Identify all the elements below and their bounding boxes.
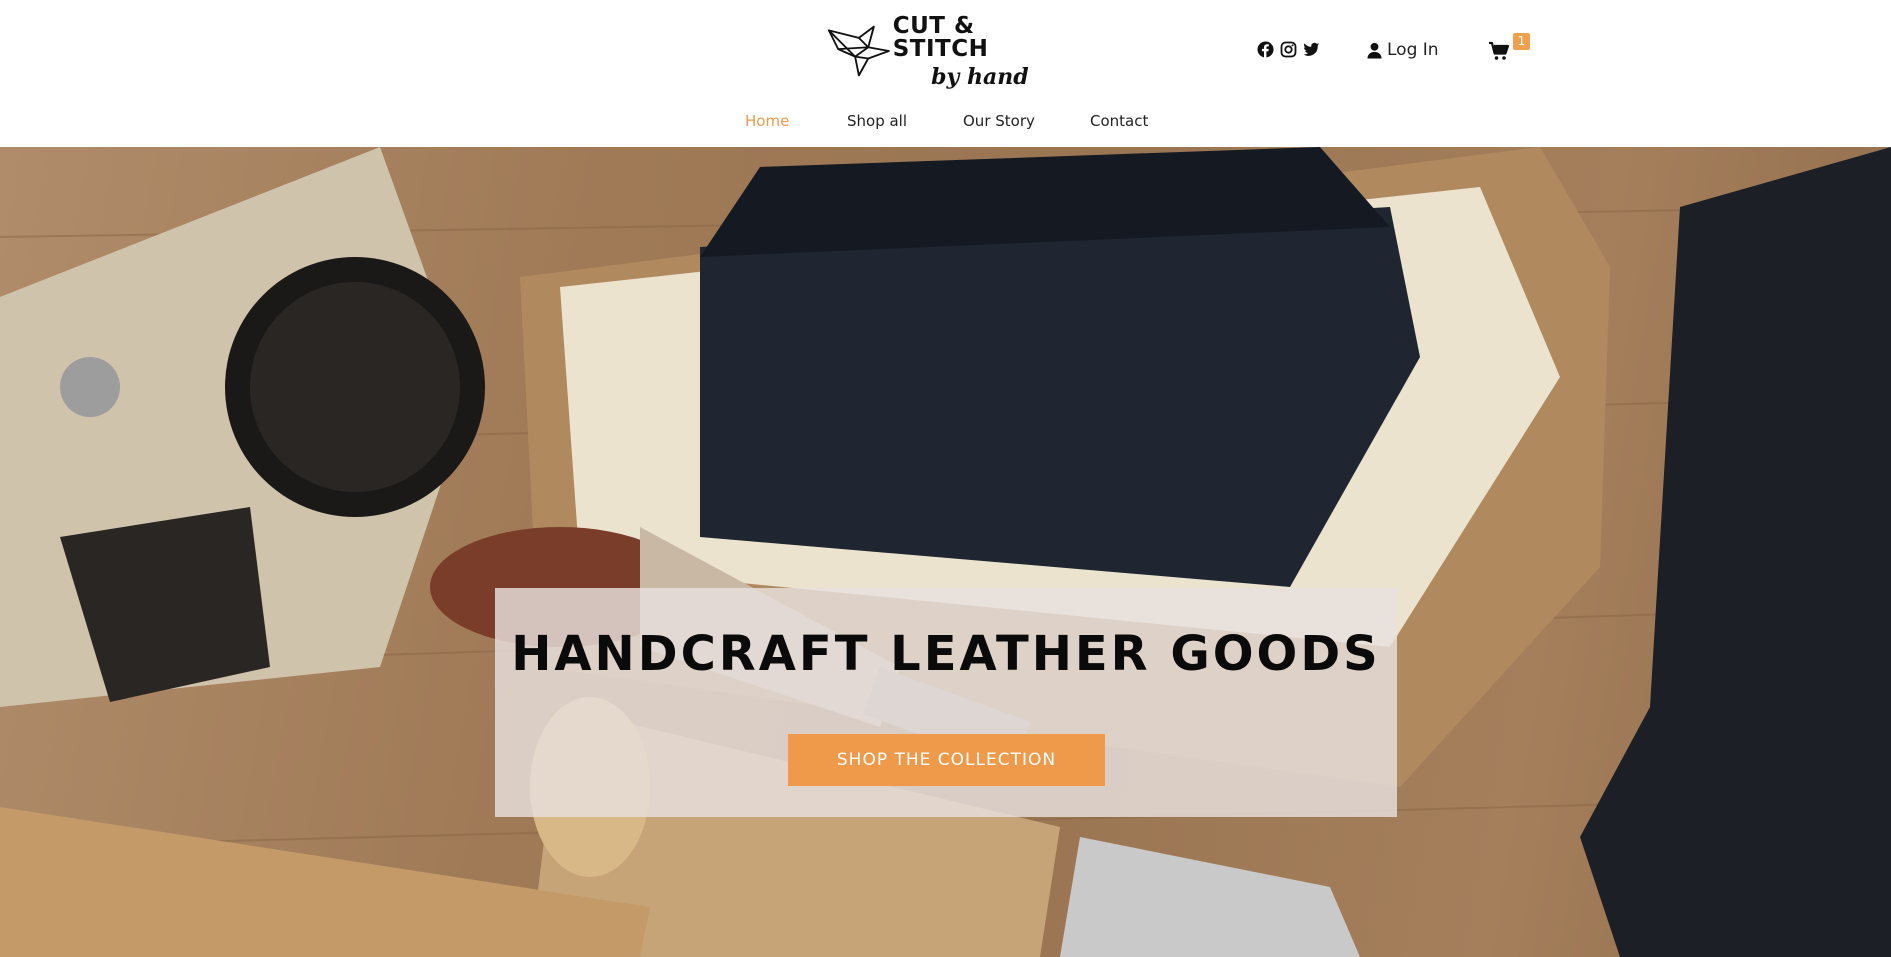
instagram-icon[interactable]: [1280, 41, 1297, 58]
shop-collection-button[interactable]: SHOP THE COLLECTION: [788, 734, 1105, 786]
brand-title: CUT & STITCH: [892, 12, 989, 62]
twitter-icon[interactable]: [1303, 41, 1320, 58]
nav-item-home[interactable]: Home: [745, 112, 789, 130]
brand-subtitle: by hand: [931, 63, 1029, 90]
nav-item-our-story[interactable]: Our Story: [963, 112, 1035, 130]
user-icon: [1367, 42, 1382, 58]
cart-icon[interactable]: [1488, 40, 1510, 62]
brand-wordmark: CUT & STITCH by hand: [892, 12, 1067, 90]
social-links: [1257, 41, 1320, 58]
brand-logo[interactable]: CUT & STITCH by hand: [827, 14, 1067, 88]
hero-banner: HANDCRAFT LEATHER GOODS SHOP THE COLLECT…: [0, 147, 1891, 957]
login-label: Log In: [1387, 40, 1439, 60]
hero-overlay: HANDCRAFT LEATHER GOODS SHOP THE COLLECT…: [495, 588, 1397, 817]
login-link[interactable]: Log In: [1367, 40, 1439, 60]
nav-item-shop-all[interactable]: Shop all: [847, 112, 907, 130]
cart-count-badge: 1: [1513, 33, 1530, 50]
site-header: CUT & STITCH by hand Log In 1 Home Shop …: [0, 0, 1891, 147]
origami-bird-icon: [827, 25, 890, 77]
facebook-icon[interactable]: [1257, 41, 1274, 58]
nav-item-contact[interactable]: Contact: [1090, 112, 1148, 130]
hero-headline: HANDCRAFT LEATHER GOODS: [511, 626, 1381, 682]
hero-image: [0, 147, 1891, 957]
main-nav: Home Shop all Our Story Contact: [0, 112, 1891, 132]
